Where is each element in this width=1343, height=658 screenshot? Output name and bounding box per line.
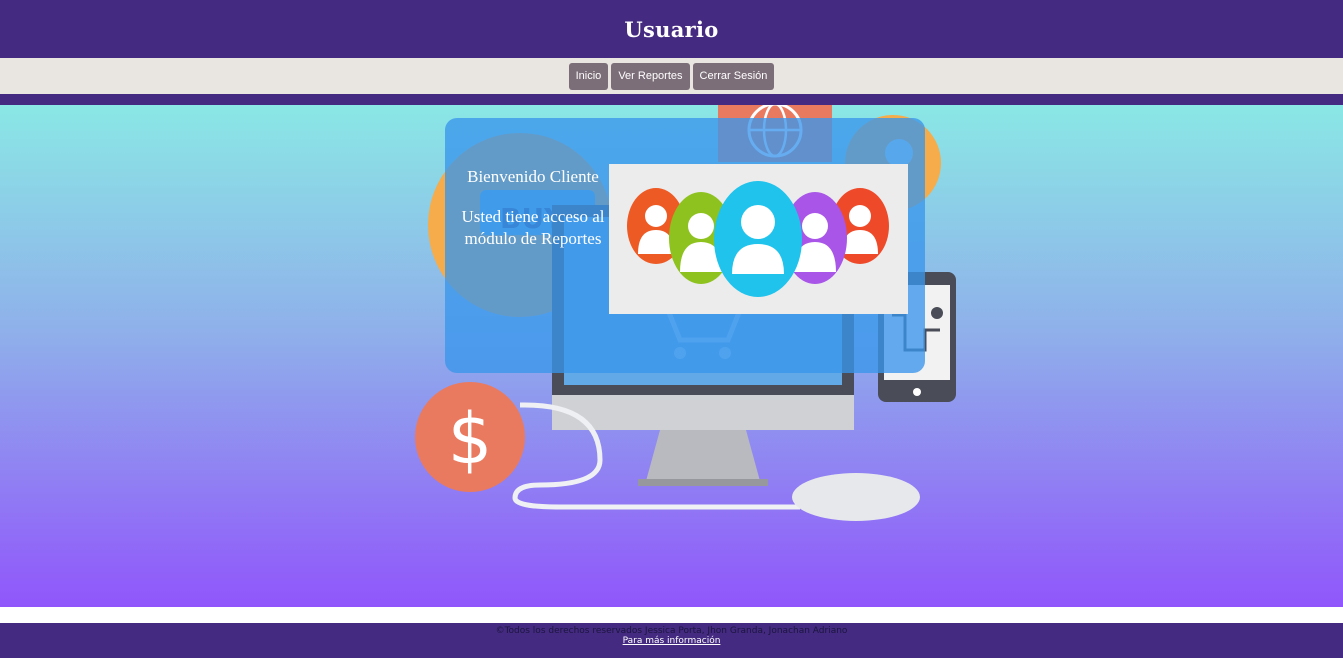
user-avatar-blue bbox=[714, 181, 802, 297]
page-footer: ©Todos los derechos reservados Jessica P… bbox=[0, 623, 1343, 658]
hero-section: BUY $ Bie bbox=[0, 105, 1343, 607]
welcome-card: Bienvenido Cliente Usted tiene acceso al… bbox=[445, 118, 925, 373]
copyright-text: ©Todos los derechos reservados Jessica P… bbox=[495, 626, 848, 636]
welcome-heading: Bienvenido Cliente bbox=[467, 167, 599, 186]
page-header: Usuario bbox=[0, 0, 1343, 58]
header-divider bbox=[0, 94, 1343, 105]
nav-bar: Inicio Ver Reportes Cerrar Sesión bbox=[0, 58, 1343, 94]
users-image bbox=[609, 164, 908, 314]
more-info-link[interactable]: Para más información bbox=[0, 636, 1343, 646]
page-title: Usuario bbox=[624, 16, 719, 42]
nav-ver-reportes-button[interactable]: Ver Reportes bbox=[611, 62, 690, 90]
welcome-text: Bienvenido Cliente Usted tiene acceso al… bbox=[445, 166, 621, 250]
access-message: Usted tiene acceso al módulo de Reportes bbox=[461, 207, 605, 248]
nav-cerrar-sesion-button[interactable]: Cerrar Sesión bbox=[692, 62, 775, 90]
dollar-coin-icon: $ bbox=[415, 382, 525, 492]
svg-text:$: $ bbox=[448, 398, 493, 480]
nav-inicio-button[interactable]: Inicio bbox=[568, 62, 609, 90]
